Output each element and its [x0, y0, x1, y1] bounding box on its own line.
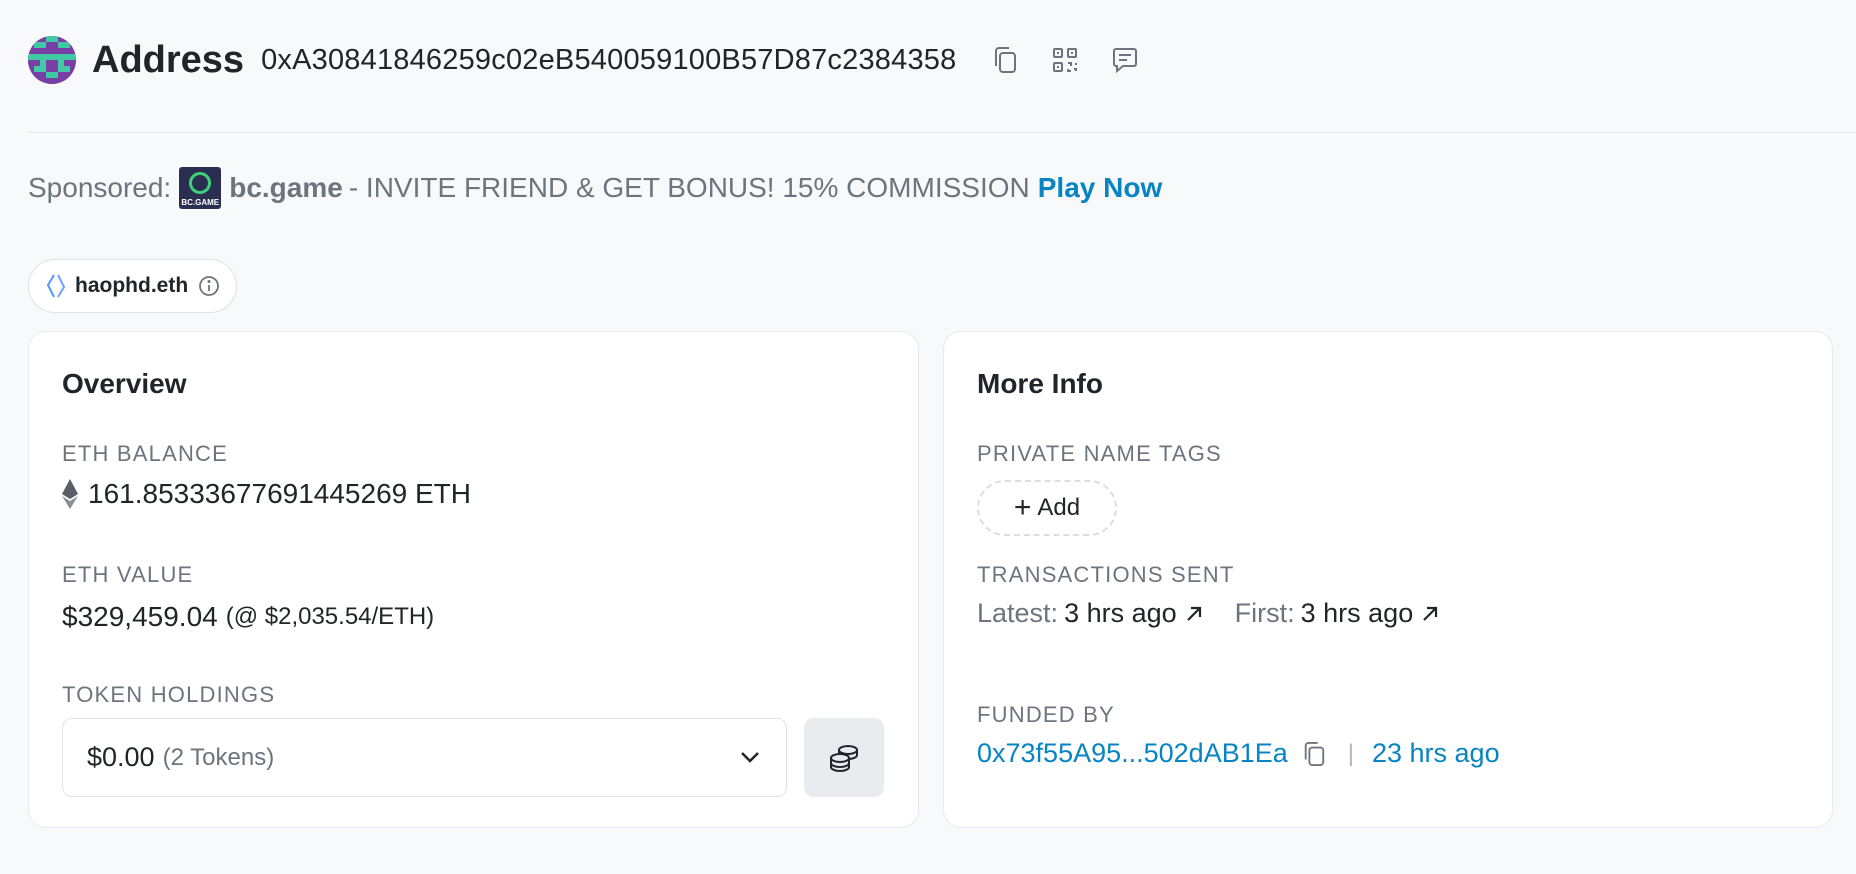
page-title: Address: [92, 38, 245, 81]
coins-stack-icon: [828, 743, 860, 773]
bc-game-logo[interactable]: BC.GAME: [179, 167, 222, 209]
eth-value-row: $329,459.04 (@ $2,035.54/ETH): [62, 601, 434, 633]
sponsored-brand[interactable]: bc.game: [229, 172, 343, 204]
eth-balance-row: 161.85333677691445269 ETH: [62, 478, 471, 510]
transactions-sent-row: Latest: 3 hrs ago First: 3 hrs ago: [977, 598, 1441, 629]
first-tx-arrow-icon[interactable]: [1419, 603, 1441, 625]
token-holdings-label: TOKEN HOLDINGS: [62, 682, 276, 707]
header-divider: [28, 132, 1856, 133]
private-name-tags-label: PRIVATE NAME TAGS: [977, 441, 1222, 466]
eth-price: (@ $2,035.54/ETH): [225, 603, 435, 630]
ens-name-pill[interactable]: haophd.eth: [28, 259, 237, 313]
address-hash: 0xA30841846259c02eB540059100B57D87c23843…: [261, 43, 957, 76]
overview-card: Overview ETH BALANCE 161.853336776914452…: [28, 331, 919, 828]
info-icon[interactable]: [198, 275, 220, 297]
transactions-sent-label: TRANSACTIONS SENT: [977, 562, 1235, 587]
latest-tx-arrow-icon[interactable]: [1183, 603, 1205, 625]
address-header: Address 0xA30841846259c02eB540059100B57D…: [28, 30, 1856, 90]
funded-by-label: FUNDED BY: [977, 702, 1115, 727]
ens-logo-icon: [45, 273, 67, 299]
chevron-down-icon: [738, 745, 762, 769]
sponsored-banner: Sponsored: BC.GAME bc.game - INVITE FRIE…: [28, 167, 1162, 209]
token-count: (2 Tokens): [162, 743, 275, 771]
more-info-title: More Info: [977, 368, 1103, 399]
bc-game-logo-text: BC.GAME: [181, 198, 220, 207]
latest-value: 3 hrs ago: [1064, 598, 1177, 628]
token-holdings-dropdown[interactable]: $0.00 (2 Tokens): [62, 718, 787, 797]
first-key: First:: [1234, 598, 1295, 628]
plus-icon: +: [1013, 491, 1032, 524]
funded-by-separator: |: [1347, 739, 1354, 767]
ens-name: haophd.eth: [75, 274, 189, 297]
eth-value: $329,459.04: [62, 601, 218, 632]
comment-icon[interactable]: [1108, 43, 1142, 77]
funded-by-row: 0x73f55A95...502dAB1Ea | 23 hrs ago: [977, 738, 1500, 769]
more-info-card: More Info PRIVATE NAME TAGS + Add TRANSA…: [943, 331, 1833, 828]
copy-address-icon[interactable]: [988, 43, 1022, 77]
sponsored-label: Sponsored:: [28, 172, 172, 203]
token-amount: $0.00: [87, 742, 155, 772]
eth-balance-value: 161.85333677691445269 ETH: [88, 478, 472, 509]
overview-title: Overview: [62, 368, 187, 399]
eth-value-label: ETH VALUE: [62, 562, 194, 587]
eth-balance-label: ETH BALANCE: [62, 441, 229, 466]
add-name-tag-button[interactable]: + Add: [977, 480, 1117, 536]
token-holdings-button[interactable]: [804, 718, 884, 797]
copy-funder-icon[interactable]: [1302, 741, 1326, 767]
funded-by-address-link[interactable]: 0x73f55A95...502dAB1Ea: [977, 738, 1288, 769]
add-label: Add: [1037, 494, 1081, 521]
address-avatar: [28, 36, 76, 84]
first-value: 3 hrs ago: [1300, 598, 1414, 628]
play-now-link[interactable]: Play Now: [1038, 172, 1162, 204]
qr-code-icon[interactable]: [1048, 43, 1082, 77]
funded-by-time-link[interactable]: 23 hrs ago: [1372, 738, 1500, 769]
sponsored-message: - INVITE FRIEND & GET BONUS! 15% COMMISS…: [348, 172, 1030, 203]
latest-key: Latest:: [977, 598, 1059, 628]
eth-icon: [62, 479, 78, 509]
